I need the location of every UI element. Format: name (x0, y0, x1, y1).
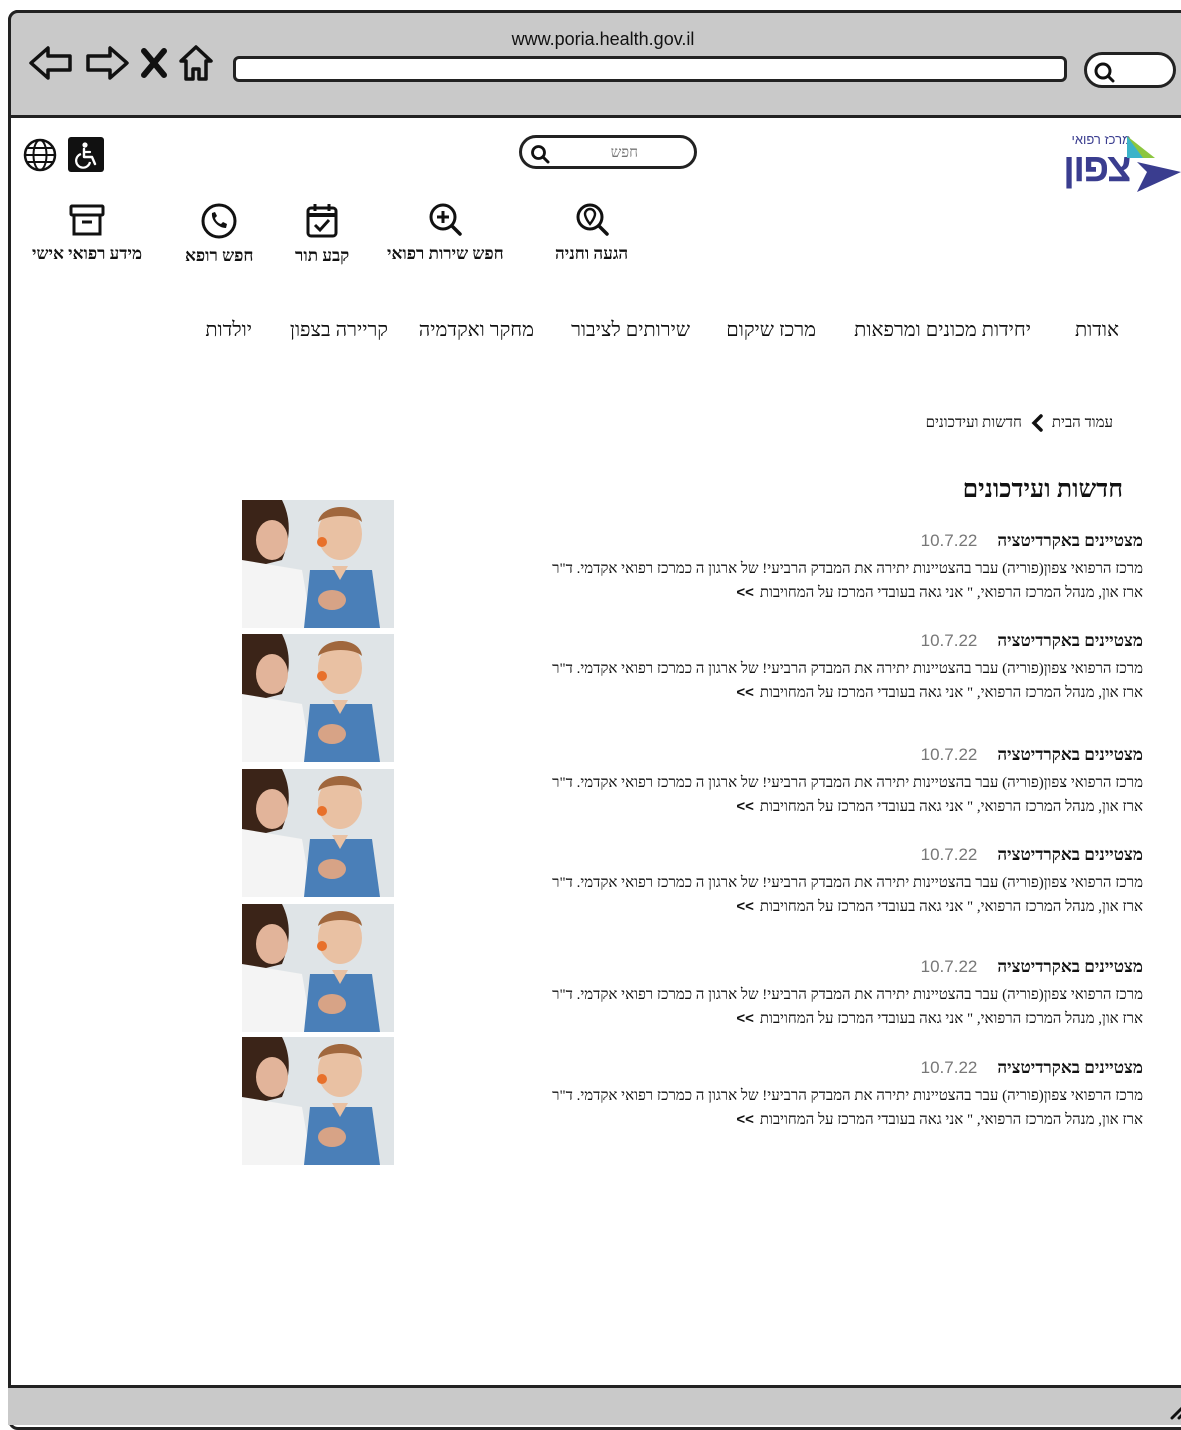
news-item[interactable]: מצטיינים באקרדיטציה 10.7.22 מרכז הרפואי צ… (443, 531, 1143, 605)
read-more-link[interactable]: >> (736, 684, 754, 701)
news-body: מרכז הרפואי צפון(פוריה) עבר בהצטיינות ית… (552, 875, 1143, 915)
logo-small-text: מרכז רפואי (1071, 132, 1131, 147)
stop-x-icon[interactable] (140, 46, 168, 80)
accessibility-button[interactable] (68, 137, 104, 172)
news-date: 10.7.22 (920, 957, 978, 976)
doctor-child-photo (242, 769, 394, 897)
news-thumbnail[interactable] (242, 634, 394, 762)
read-more-link[interactable]: >> (736, 1010, 754, 1027)
quick-link-label: מידע רפואי אישי (32, 244, 143, 263)
browser-nav-icons (28, 43, 214, 83)
news-body: מרכז הרפואי צפון(פוריה) עבר בהצטיינות ית… (552, 987, 1143, 1027)
logo-big-text: צפון (1063, 146, 1132, 190)
nav-item-careers[interactable]: קריירה בצפון (290, 319, 388, 342)
quick-link-label: הגעה וחניה (555, 244, 629, 263)
news-title[interactable]: מצטיינים באקרדיטציה (997, 631, 1143, 651)
nav-item-public-services[interactable]: שירותים לציבור (571, 319, 690, 342)
forward-arrow-icon[interactable] (84, 43, 130, 83)
news-title[interactable]: מצטיינים באקרדיטציה (997, 745, 1143, 765)
nav-item-research[interactable]: מחקר ואקדמיה (419, 319, 534, 342)
nav-item-maternity[interactable]: יולדות (205, 319, 252, 342)
doctor-child-photo (242, 904, 394, 1032)
quick-link-label: קבע תור (295, 246, 350, 265)
quick-link-find-doctor[interactable]: חפש רופא (185, 202, 253, 266)
calendar-check-icon (306, 204, 338, 238)
read-more-link[interactable]: >> (736, 584, 754, 601)
zoom-plus-icon (429, 203, 463, 236)
globe-icon[interactable] (23, 138, 57, 172)
site-logo[interactable]: מרכז רפואי צפון (1063, 130, 1181, 200)
page-title: חדשות ועידכונים (962, 476, 1123, 503)
news-thumbnail[interactable] (242, 500, 394, 628)
news-title[interactable]: מצטיינים באקרדיטציה (997, 845, 1143, 865)
doctor-child-photo (242, 634, 394, 762)
read-more-link[interactable]: >> (736, 798, 754, 815)
breadcrumb: עמוד הבית חדשות ועידכונים (926, 414, 1113, 432)
news-body: מרכז הרפואי צפון(פוריה) עבר בהצטיינות ית… (552, 1088, 1143, 1128)
archive-icon (69, 204, 105, 236)
site-search-input[interactable] (556, 142, 640, 164)
quick-link-medical-service[interactable]: חפש שירות רפואי (387, 202, 504, 264)
news-title[interactable]: מצטיינים באקרדיטציה (997, 957, 1143, 977)
news-item[interactable]: מצטיינים באקרדיטציה 10.7.22 מרכז הרפואי צ… (443, 957, 1143, 1031)
search-icon (531, 145, 550, 164)
browser-status-bar (8, 1385, 1181, 1425)
quick-link-label: חפש רופא (185, 246, 254, 265)
news-date: 10.7.22 (920, 531, 978, 550)
news-item[interactable]: מצטיינים באקרדיטציה 10.7.22 מרכז הרפואי צ… (443, 1058, 1143, 1132)
resize-handle-icon[interactable] (1168, 1398, 1181, 1420)
home-icon[interactable] (178, 43, 214, 83)
news-date: 10.7.22 (920, 845, 978, 864)
breadcrumb-current: חדשות ועידכונים (925, 414, 1022, 431)
search-icon (1094, 62, 1115, 83)
news-date: 10.7.22 (920, 631, 978, 650)
news-thumbnail[interactable] (242, 904, 394, 1032)
quick-link-appointment[interactable]: קבע תור (295, 202, 349, 266)
read-more-link[interactable]: >> (736, 1111, 754, 1128)
doctor-child-photo (242, 500, 394, 628)
chevron-left-icon (1031, 414, 1043, 432)
news-title[interactable]: מצטיינים באקרדיטציה (997, 1058, 1143, 1078)
news-item[interactable]: מצטיינים באקרדיטציה 10.7.22 מרכז הרפואי צ… (443, 845, 1143, 919)
nav-item-rehab[interactable]: מרכז שיקום (726, 319, 816, 342)
news-body: מרכז הרפואי צפון(פוריה) עבר בהצטיינות ית… (552, 661, 1143, 701)
location-search-icon (576, 203, 609, 236)
nav-item-about[interactable]: אודות (1075, 319, 1119, 342)
news-thumbnail[interactable] (242, 769, 394, 897)
browser-search-button[interactable] (1084, 52, 1176, 88)
breadcrumb-home[interactable]: עמוד הבית (1052, 415, 1113, 432)
news-thumbnail[interactable] (242, 1037, 394, 1165)
doctor-child-photo (242, 1037, 394, 1165)
news-item[interactable]: מצטיינים באקרדיטציה 10.7.22 מרכז הרפואי צ… (443, 745, 1143, 819)
news-item[interactable]: מצטיינים באקרדיטציה 10.7.22 מרכז הרפואי צ… (443, 631, 1143, 705)
logo-mark-icon (1127, 136, 1181, 192)
quick-link-directions[interactable]: הגעה וחניה (555, 202, 628, 264)
phone-icon (201, 203, 237, 239)
site-search-box[interactable] (519, 135, 697, 169)
back-arrow-icon[interactable] (28, 43, 74, 83)
news-date: 10.7.22 (920, 1058, 978, 1077)
news-title[interactable]: מצטיינים באקרדיטציה (997, 531, 1143, 551)
news-date: 10.7.22 (920, 745, 978, 764)
read-more-link[interactable]: >> (736, 898, 754, 915)
news-body: מרכז הרפואי צפון(פוריה) עבר בהצטיינות ית… (552, 775, 1143, 815)
nav-item-units[interactable]: יחידות מכונים ומרפאות (854, 319, 1031, 342)
news-body: מרכז הרפואי צפון(פוריה) עבר בהצטיינות ית… (552, 561, 1143, 601)
quick-link-personal-info[interactable]: מידע רפואי אישי (32, 202, 142, 264)
quick-link-label: חפש שירות רפואי (387, 244, 504, 263)
wheelchair-icon (75, 141, 97, 169)
address-bar[interactable] (233, 56, 1067, 82)
